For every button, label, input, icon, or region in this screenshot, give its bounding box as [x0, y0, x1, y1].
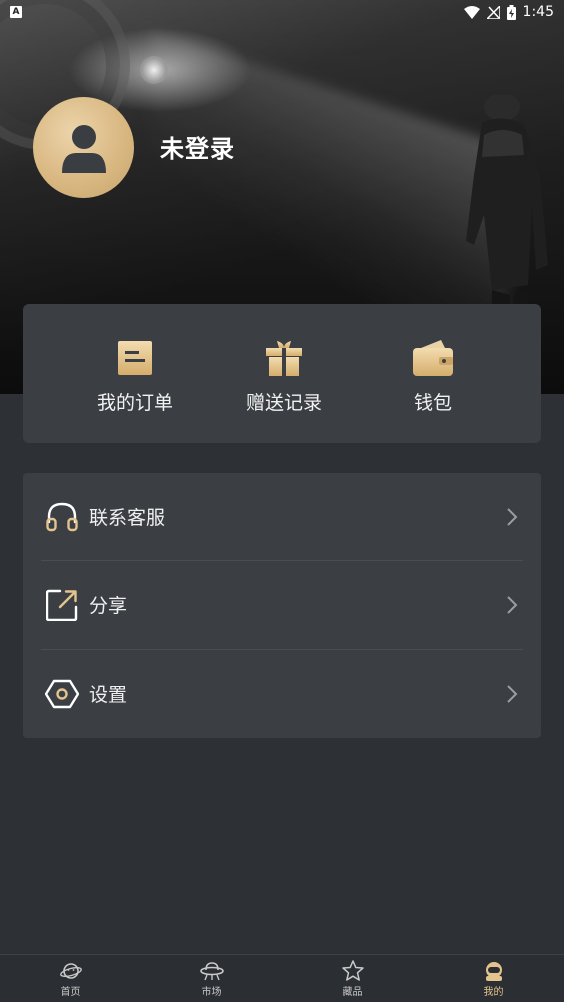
planet-icon: [59, 962, 82, 979]
person-icon: [61, 124, 106, 173]
nav-tab-home-label: 首页: [60, 986, 81, 998]
quick-action-orders[interactable]: 我的订单: [75, 304, 195, 443]
nav-tab-collection-label: 藏品: [342, 986, 363, 998]
chevron-right-icon: [507, 596, 518, 614]
nav-tab-market[interactable]: 市场: [141, 955, 282, 1002]
astronaut-icon: [485, 961, 502, 981]
star-icon: [341, 960, 364, 981]
login-status-title[interactable]: 未登录: [160, 129, 235, 164]
gift-icon: [266, 341, 302, 376]
hero-lamp: [140, 56, 168, 84]
status-a-badge: A: [10, 6, 22, 18]
status-bar: A 1:45: [0, 0, 564, 24]
ufo-icon: [199, 961, 224, 980]
share-icon: [46, 589, 78, 621]
menu-item-settings-label: 设置: [89, 684, 128, 707]
menu-item-share[interactable]: 分享: [41, 561, 523, 650]
nav-tab-home[interactable]: 首页: [0, 955, 141, 1002]
chevron-right-icon: [507, 507, 518, 526]
quick-action-gift-records-label: 赠送记录: [245, 392, 322, 414]
menu-item-settings[interactable]: 设置: [41, 650, 523, 738]
menu-item-customer-service[interactable]: 联系客服: [41, 473, 523, 562]
nav-tab-mine-label: 我的: [483, 986, 504, 998]
headset-icon: [46, 502, 78, 531]
quick-action-wallet[interactable]: 钱包: [373, 304, 493, 443]
battery-charging-icon: [506, 4, 516, 20]
settings-hexagon-icon: [45, 679, 79, 708]
quick-action-wallet-label: 钱包: [413, 392, 452, 414]
status-time: 1:45: [522, 4, 554, 20]
avatar[interactable]: [33, 97, 134, 198]
no-signal-icon: [486, 5, 500, 19]
app-root: A 1:45 未登录 我的订单 赠送记录 钱包 联系客服 分享 设置 首页 市场…: [0, 0, 564, 1002]
quick-actions-card: 我的订单 赠送记录 钱包: [23, 304, 541, 443]
settings-menu-card: 联系客服 分享 设置: [23, 473, 541, 738]
wifi-icon: [463, 5, 480, 19]
bottom-navigation: 首页 市场 藏品 我的: [0, 954, 564, 1002]
nav-tab-collection[interactable]: 藏品: [282, 955, 423, 1002]
nav-tab-mine[interactable]: 我的: [423, 955, 564, 1002]
nav-tab-market-label: 市场: [201, 986, 222, 998]
menu-item-share-label: 分享: [89, 595, 128, 618]
chevron-right-icon: [507, 685, 518, 703]
menu-item-customer-service-label: 联系客服: [89, 507, 166, 530]
quick-action-gift-records[interactable]: 赠送记录: [224, 304, 344, 443]
quick-action-orders-label: 我的订单: [96, 392, 173, 414]
order-icon: [118, 341, 152, 375]
wallet-icon: [413, 340, 453, 376]
